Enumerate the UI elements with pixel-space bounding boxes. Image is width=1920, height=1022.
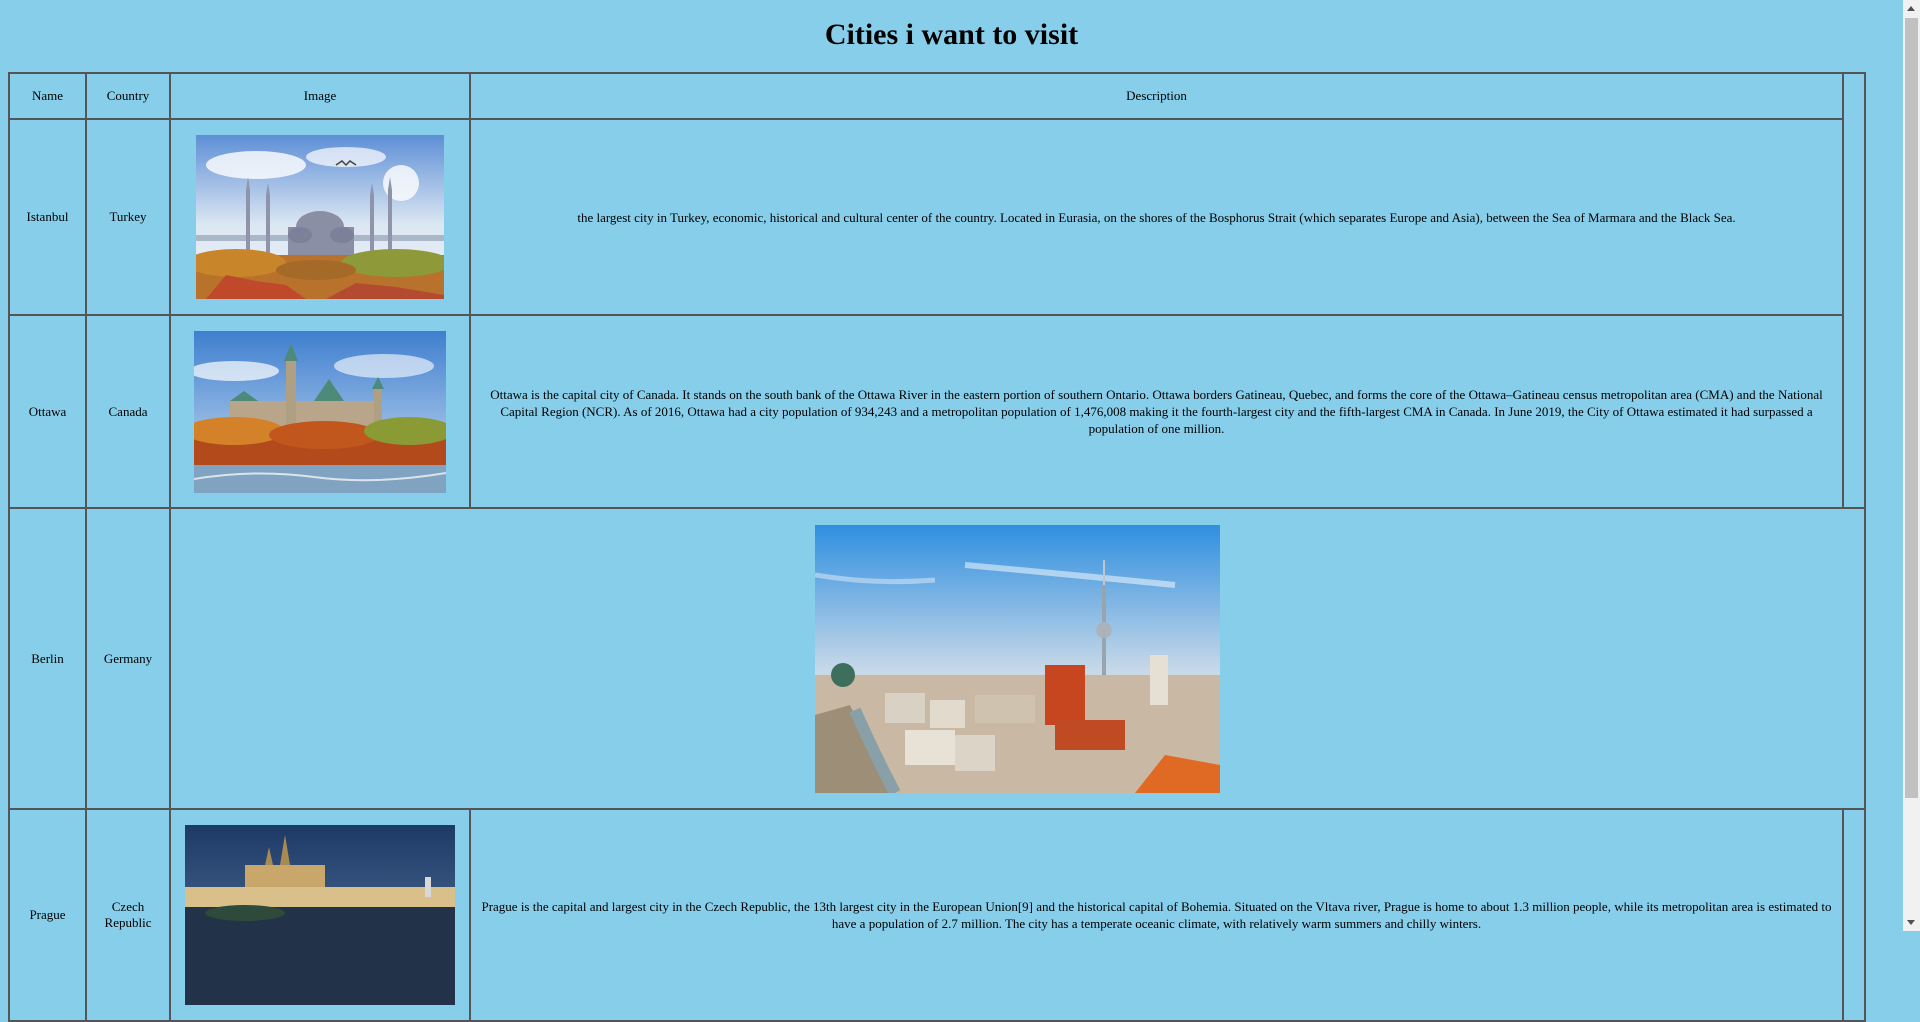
cell-name: Ottawa xyxy=(9,315,86,508)
cell-name: Berlin xyxy=(9,508,86,809)
cell-country: Canada xyxy=(86,315,170,508)
cell-country: Germany xyxy=(86,508,170,809)
header-country: Country xyxy=(86,73,170,119)
cell-image xyxy=(170,315,470,508)
cell-image xyxy=(170,119,470,315)
istanbul-image xyxy=(196,135,444,299)
table-header-row: Name Country Image Description xyxy=(9,73,1865,508)
table-row: Ottawa Canada Ottawa is the capital city… xyxy=(9,315,1865,508)
cell-name: Prague xyxy=(9,809,86,1021)
scrollbar-thumb[interactable] xyxy=(1905,18,1918,798)
extra-cell xyxy=(1843,73,1865,508)
cell-image xyxy=(170,809,470,1021)
extra-cell xyxy=(1843,809,1865,1021)
scroll-up-arrow-icon[interactable] xyxy=(1903,0,1920,17)
prague-image xyxy=(185,825,455,1005)
ottawa-image xyxy=(194,330,446,493)
cell-description: Prague is the capital and largest city i… xyxy=(470,809,1843,1021)
table-row: Berlin Germany xyxy=(9,508,1865,809)
cell-image xyxy=(170,508,1865,809)
page-title: Cities i want to visit xyxy=(824,18,1079,51)
header-name: Name xyxy=(9,73,86,119)
cell-description: the largest city in Turkey, economic, hi… xyxy=(470,119,1843,315)
scroll-down-arrow-icon[interactable] xyxy=(1903,914,1920,931)
header-description: Description xyxy=(470,73,1843,119)
cell-name: Istanbul xyxy=(9,119,86,315)
cell-country: Czech Republic xyxy=(86,809,170,1021)
cell-country: Turkey xyxy=(86,119,170,315)
berlin-image xyxy=(815,524,1220,793)
cities-table: Name Country Image Description Istanbul … xyxy=(8,72,1866,1022)
cell-description: Ottawa is the capital city of Canada. It… xyxy=(470,315,1843,508)
table-row: Istanbul Turkey the largest city in Turk… xyxy=(9,119,1865,315)
vertical-scrollbar[interactable] xyxy=(1903,0,1920,931)
header-image: Image xyxy=(170,73,470,119)
table-row: Prague Czech Republic Prague is the capi… xyxy=(9,809,1865,1021)
